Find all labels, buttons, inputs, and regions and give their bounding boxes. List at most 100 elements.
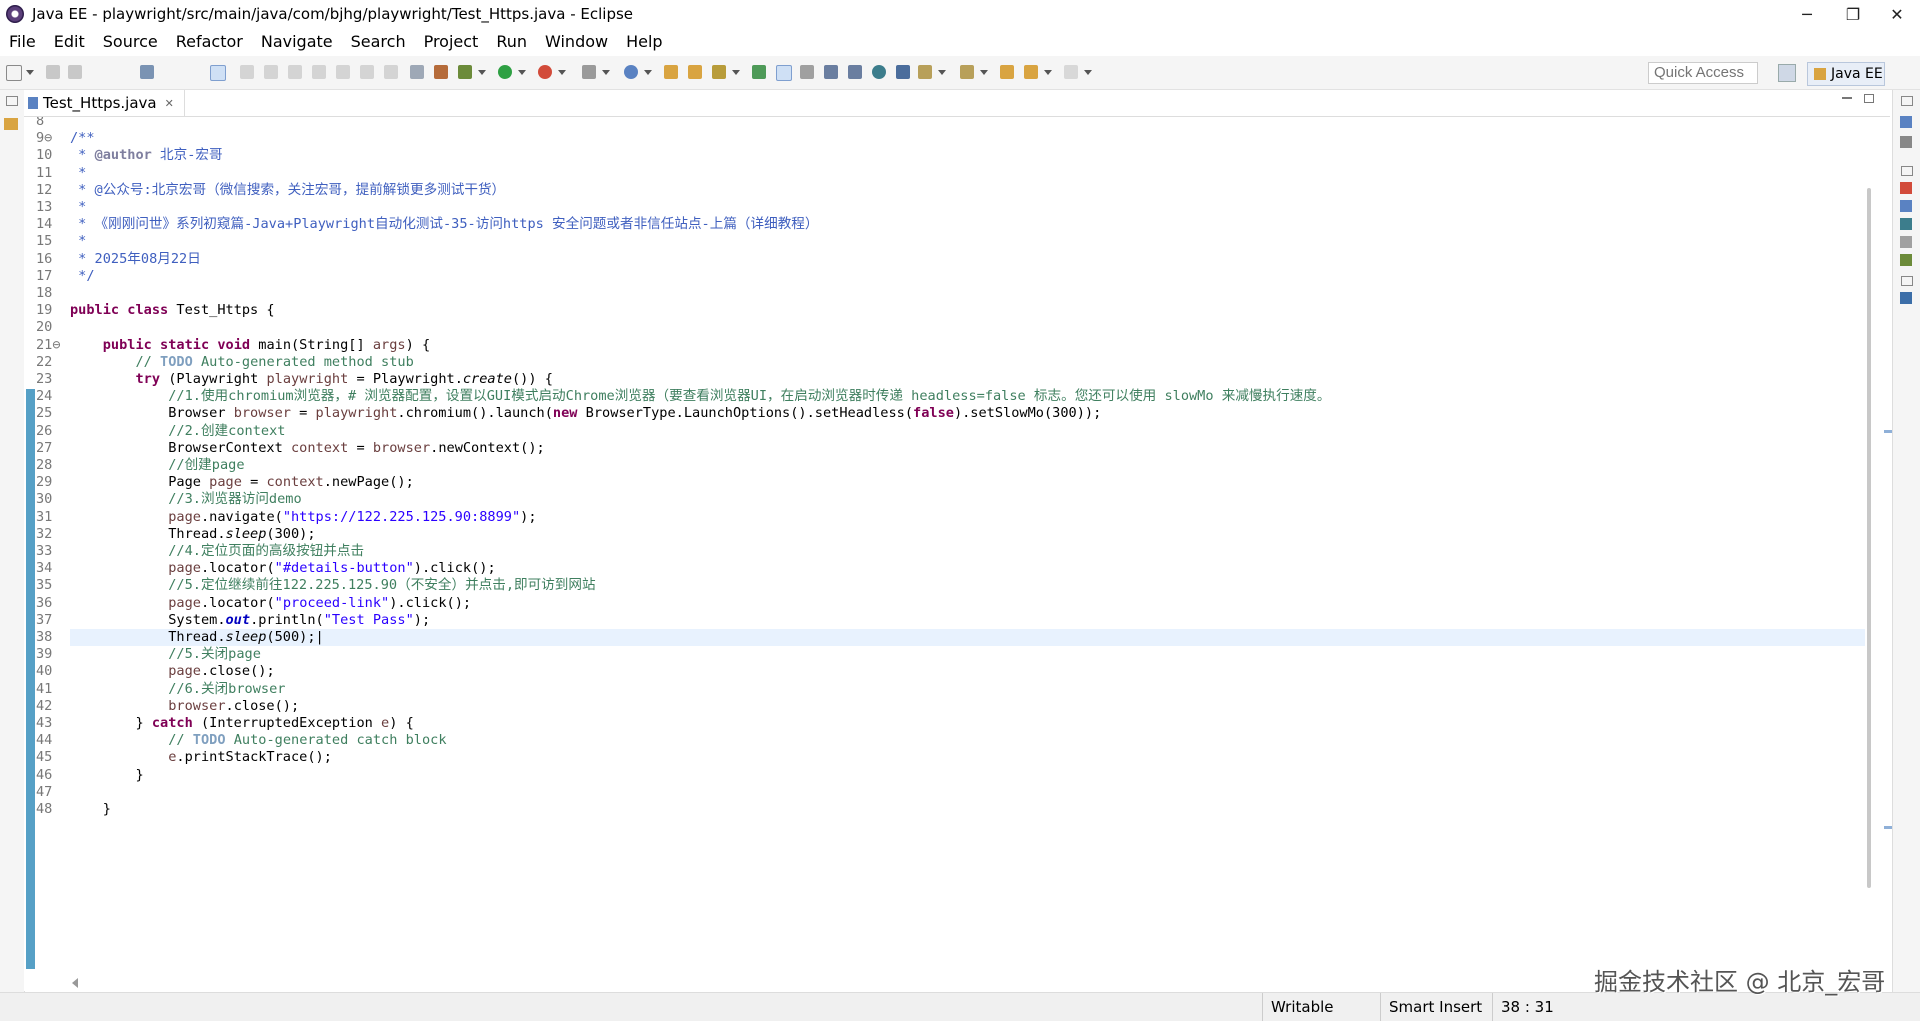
step-over-icon[interactable]: [360, 65, 374, 79]
code-text[interactable]: //5.定位继续前往122.225.125.90（不安全）并点击,即可访到网站: [70, 577, 595, 594]
problems-icon[interactable]: [1900, 182, 1912, 194]
terminate-icon[interactable]: [288, 65, 302, 79]
new-java-class-icon[interactable]: [624, 65, 638, 79]
open-console-icon[interactable]: [410, 65, 424, 79]
menu-run[interactable]: Run: [487, 32, 536, 51]
search-icon[interactable]: [712, 65, 726, 79]
restore-console-view-icon[interactable]: [1901, 276, 1913, 286]
tab-test-https-java[interactable]: Test_Https.java ✕: [24, 90, 185, 116]
save-all-icon[interactable]: [68, 65, 82, 79]
code-line[interactable]: 30 //3.浏览器访问demo: [24, 491, 1864, 508]
overview-ruler[interactable]: [1880, 117, 1892, 987]
code-text[interactable]: *: [70, 165, 86, 182]
code-line[interactable]: 47: [24, 784, 1864, 801]
code-line[interactable]: 10 * @author 北京-宏哥: [24, 147, 1864, 164]
skip-breakpoints-icon[interactable]: [210, 65, 226, 81]
close-tab-icon[interactable]: ✕: [165, 97, 174, 110]
code-line[interactable]: 38 Thread.sleep(500);|: [24, 629, 1864, 646]
code-line[interactable]: 14 * 《刚刚问世》系列初窥篇-Java+Playwright自动化测试-35…: [24, 216, 1864, 233]
overview-marker[interactable]: [1884, 430, 1892, 433]
coverage-icon[interactable]: [434, 65, 448, 79]
code-line[interactable]: 27 BrowserContext context = browser.newC…: [24, 440, 1864, 457]
code-line[interactable]: 39 //5.关闭page: [24, 646, 1864, 663]
word-wrap-icon[interactable]: [800, 65, 814, 79]
code-line[interactable]: 36 page.locator("proceed-link").click();: [24, 595, 1864, 612]
code-line[interactable]: 35 //5.定位继续前往122.225.125.90（不安全）并点击,即可访到…: [24, 577, 1864, 594]
code-text[interactable]: page.locator("proceed-link").click();: [70, 595, 471, 612]
menu-source[interactable]: Source: [94, 32, 167, 51]
code-line[interactable]: 9⊖ /**: [24, 130, 1864, 147]
maximize-editor-icon[interactable]: [1864, 94, 1874, 103]
code-line[interactable]: 21⊖ public static void main(String[] arg…: [24, 337, 1864, 354]
restore-button[interactable]: ❐: [1830, 0, 1876, 28]
code-line[interactable]: 40 page.close();: [24, 663, 1864, 680]
code-line[interactable]: 23 try (Playwright playwright = Playwrig…: [24, 371, 1864, 388]
code-text[interactable]: //1.使用chromium浏览器，# 浏览器配置，设置以GUI模式启动Chro…: [70, 388, 1330, 405]
horizontal-scrollbar[interactable]: [24, 975, 1869, 991]
project-explorer-icon[interactable]: [4, 118, 18, 130]
code-line[interactable]: 24 //1.使用chromium浏览器，# 浏览器配置，设置以GUI模式启动C…: [24, 388, 1864, 405]
terminal-icon[interactable]: [140, 65, 154, 79]
task-list-icon[interactable]: [1900, 136, 1912, 148]
code-text[interactable]: }: [70, 801, 111, 818]
code-line[interactable]: 15 *: [24, 233, 1864, 250]
code-text[interactable]: BrowserContext context = browser.newCont…: [70, 440, 545, 457]
code-text[interactable]: //4.定位页面的高级按钮并点击: [70, 543, 364, 560]
code-line[interactable]: 28 //创建page: [24, 457, 1864, 474]
server-dropdown-icon[interactable]: [602, 70, 610, 75]
code-text[interactable]: page.close();: [70, 663, 274, 680]
back-icon[interactable]: [1024, 65, 1038, 79]
external-dropdown-icon[interactable]: [558, 70, 566, 75]
back-dropdown-icon[interactable]: [1044, 70, 1052, 75]
code-text[interactable]: try (Playwright playwright = Playwright.…: [70, 371, 552, 388]
code-text[interactable]: } catch (InterruptedException e) {: [70, 715, 413, 732]
code-text[interactable]: // TODO Auto-generated method stub: [70, 354, 413, 371]
minimize-button[interactable]: ─: [1784, 0, 1830, 28]
open-task-icon[interactable]: [688, 65, 702, 79]
validate-icon[interactable]: [896, 65, 910, 79]
show-whitespace-icon[interactable]: [824, 65, 838, 79]
code-line[interactable]: 33 //4.定位页面的高级按钮并点击: [24, 543, 1864, 560]
code-line[interactable]: 20: [24, 319, 1864, 336]
code-text[interactable]: Page page = context.newPage();: [70, 474, 414, 491]
code-text[interactable]: * @author 北京-宏哥: [70, 147, 222, 164]
restore-right-view-icon[interactable]: [1901, 96, 1913, 106]
open-type-icon[interactable]: [664, 65, 678, 79]
code-line[interactable]: 37 System.out.println("Test Pass");: [24, 612, 1864, 629]
code-line[interactable]: 44 // TODO Auto-generated catch block: [24, 732, 1864, 749]
data-source-icon[interactable]: [1900, 254, 1912, 266]
code-text[interactable]: page.locator("#details-button").click();: [70, 560, 495, 577]
code-text[interactable]: System.out.println("Test Pass");: [70, 612, 430, 629]
code-text[interactable]: //2.创建context: [70, 423, 285, 440]
step-return-icon[interactable]: [384, 65, 398, 79]
code-text[interactable]: //3.浏览器访问demo: [70, 491, 301, 508]
code-text[interactable]: */: [70, 268, 94, 285]
code-line[interactable]: 42 browser.close();: [24, 698, 1864, 715]
debug-icon[interactable]: [458, 65, 472, 79]
forward-icon[interactable]: [1064, 65, 1078, 79]
code-line[interactable]: 32 Thread.sleep(300);: [24, 526, 1864, 543]
disconnect-icon[interactable]: [312, 65, 326, 79]
menu-help[interactable]: Help: [617, 32, 671, 51]
code-line[interactable]: 18: [24, 285, 1864, 302]
code-text[interactable]: //6.关闭browser: [70, 681, 285, 698]
toggle-block-selection-icon[interactable]: [776, 65, 792, 81]
code-text[interactable]: public class Test_Https {: [70, 302, 275, 319]
code-line[interactable]: 25 Browser browser = playwright.chromium…: [24, 405, 1864, 422]
menu-search[interactable]: Search: [342, 32, 415, 51]
next-annotation-dropdown-icon[interactable]: [938, 70, 946, 75]
code-editor[interactable]: 8 9⊖/** 10 * @author 北京-宏哥 11 * 12 * @公众号:北京…: [24, 117, 1869, 985]
open-perspective-icon[interactable]: [1778, 64, 1796, 82]
new-dropdown-icon[interactable]: [26, 70, 34, 75]
menu-window[interactable]: Window: [536, 32, 617, 51]
search-dropdown-icon[interactable]: [732, 70, 740, 75]
code-line[interactable]: 22 // TODO Auto-generated method stub: [24, 354, 1864, 371]
code-text[interactable]: //创建page: [70, 457, 244, 474]
perspective-java-ee-button[interactable]: Java EE: [1807, 62, 1885, 86]
code-line[interactable]: 13 *: [24, 199, 1864, 216]
menu-file[interactable]: File: [0, 32, 45, 51]
code-text[interactable]: /**: [70, 130, 95, 147]
code-line[interactable]: 31 page.navigate("https://122.225.125.90…: [24, 509, 1864, 526]
code-line[interactable]: 48 }: [24, 801, 1864, 818]
run-icon[interactable]: [498, 65, 512, 79]
